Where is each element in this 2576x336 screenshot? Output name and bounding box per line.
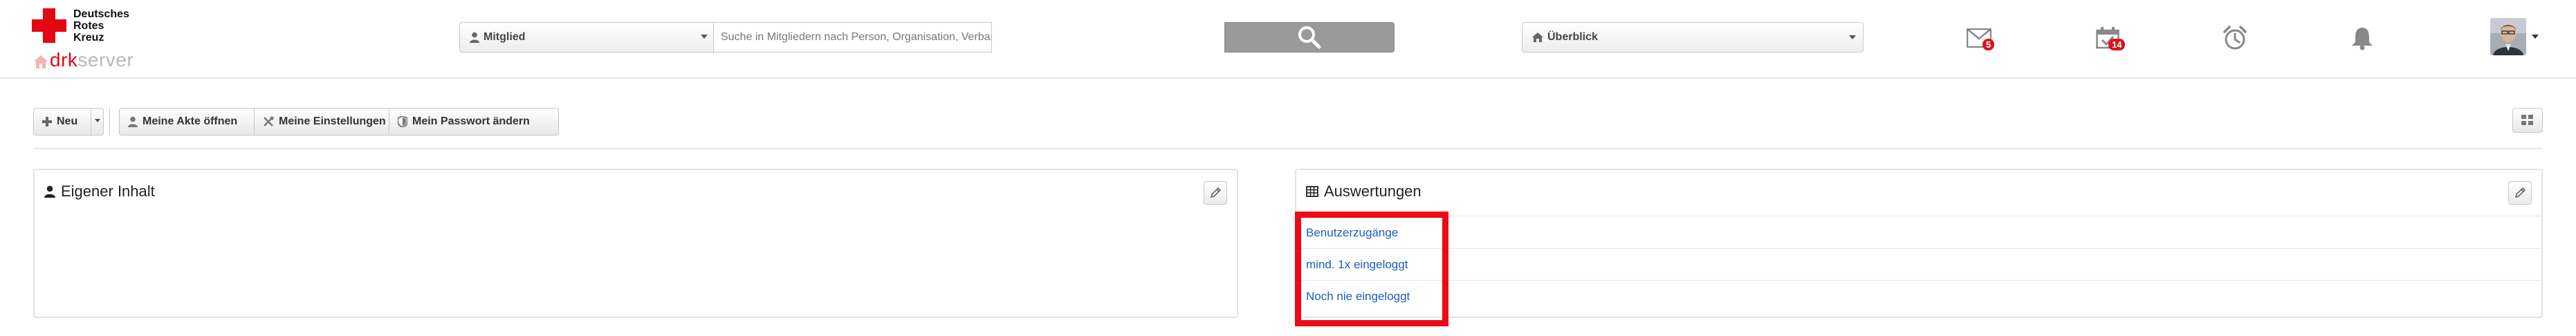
search-scope-select[interactable]: Mitglied — [459, 22, 714, 53]
my-settings-label: Meine Einstellungen — [279, 115, 386, 127]
tasks-count-badge: 14 — [2108, 39, 2126, 50]
change-password-button[interactable]: Mein Passwort ändern — [389, 108, 559, 136]
chevron-down-icon — [95, 119, 100, 122]
search-scope-label: Mitglied — [484, 31, 526, 43]
search-button[interactable] — [1224, 22, 1395, 53]
edit-reports-button[interactable] — [2508, 181, 2532, 205]
edit-own-content-button[interactable] — [1204, 181, 1227, 205]
pencil-icon — [1210, 187, 1222, 198]
logo-brand-text: drkserver — [50, 49, 134, 71]
notifications-button[interactable] — [2346, 24, 2378, 53]
bell-icon — [2352, 28, 2373, 50]
drk-logo[interactable]: Deutsches Rotes Kreuz drkserver — [32, 7, 149, 71]
my-settings-button[interactable]: Meine Einstellungen — [254, 108, 389, 136]
person-icon — [44, 185, 55, 198]
messages-button[interactable]: 5 — [1963, 24, 1995, 53]
panel-title: Eigener Inhalt — [44, 183, 155, 200]
report-link-never-logged-in[interactable]: Noch nie eingeloggt — [1296, 281, 2541, 312]
alarm-clock-icon — [2223, 26, 2247, 50]
plus-icon — [42, 117, 52, 127]
own-content-panel: Eigener Inhalt — [33, 169, 1238, 318]
new-button[interactable]: Neu — [33, 108, 104, 136]
layout-toggle-button[interactable] — [2512, 108, 2543, 133]
panel-title: Auswertungen — [1306, 183, 1422, 200]
reminders-button[interactable] — [2219, 24, 2251, 53]
search-input[interactable] — [714, 22, 992, 53]
chevron-down-icon — [2532, 35, 2539, 39]
content-divider — [33, 148, 2543, 149]
person-icon — [470, 32, 479, 43]
home-icon — [1532, 32, 1543, 42]
house-icon — [34, 55, 48, 68]
chevron-down-icon — [1849, 35, 1856, 39]
tasks-button[interactable]: 14 — [2092, 24, 2126, 53]
grid-icon — [2521, 115, 2533, 125]
top-header: Deutsches Rotes Kreuz drkserver Mitglied — [0, 0, 2576, 79]
view-select[interactable]: Überblick — [1522, 22, 1864, 53]
user-menu[interactable] — [2490, 18, 2541, 57]
report-link-user-accesses[interactable]: Benutzerzugänge — [1296, 217, 2541, 249]
open-my-file-button[interactable]: Meine Akte öffnen — [119, 108, 255, 136]
highlight-box — [1295, 212, 1448, 326]
reports-panel: Auswertungen Benutzerzugänge mind. 1x ei… — [1295, 169, 2543, 318]
global-search: Mitglied — [459, 22, 1395, 53]
own-content-title: Eigener Inhalt — [61, 183, 155, 200]
toolbar-divider — [109, 108, 110, 136]
shield-icon — [398, 116, 407, 127]
report-link-logged-in-once[interactable]: mind. 1x eingeloggt — [1296, 249, 2541, 281]
chevron-down-icon — [701, 35, 708, 39]
new-button-label: Neu — [57, 115, 78, 127]
tools-icon — [263, 116, 274, 127]
change-password-label: Mein Passwort ändern — [412, 115, 530, 127]
table-icon — [1306, 186, 1318, 197]
logo-organization-name: Deutsches Rotes Kreuz — [73, 8, 129, 44]
new-dropdown-toggle[interactable] — [91, 109, 103, 135]
search-icon — [1298, 26, 1321, 49]
view-select-label: Überblick — [1547, 31, 1598, 43]
open-my-file-label: Meine Akte öffnen — [142, 115, 238, 127]
messages-count-badge: 5 — [1982, 39, 1995, 50]
avatar — [2490, 18, 2526, 55]
person-icon — [128, 116, 138, 127]
reports-list: Benutzerzugänge mind. 1x eingeloggt Noch… — [1296, 217, 2541, 312]
pencil-icon — [2514, 187, 2526, 198]
reports-title: Auswertungen — [1324, 183, 1422, 200]
